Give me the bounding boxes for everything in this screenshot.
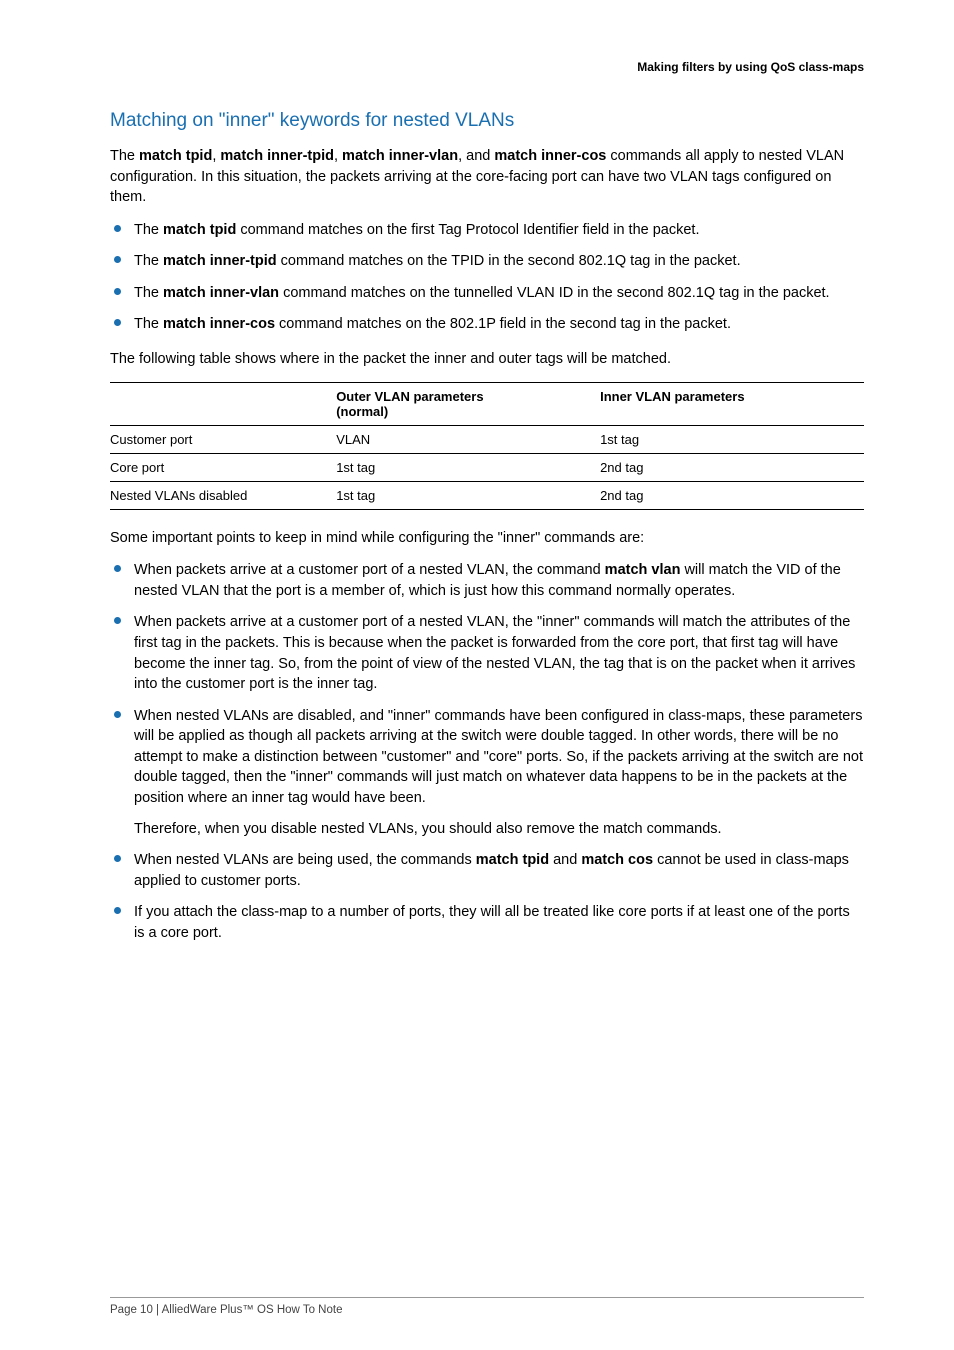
list-item: The match inner-tpid command matches on … <box>110 251 864 272</box>
list-item: When nested VLANs are disabled, and "inn… <box>110 706 864 839</box>
keyword: match inner-vlan <box>342 148 458 164</box>
section-title: Matching on "inner" keywords for nested … <box>110 110 864 132</box>
table-row: Core port 1st tag 2nd tag <box>110 453 864 481</box>
running-header: Making filters by using QoS class-maps <box>110 60 864 74</box>
list-item: The match tpid command matches on the fi… <box>110 220 864 241</box>
cell: 2nd tag <box>600 453 864 481</box>
intro-paragraph: The match tpid, match inner-tpid, match … <box>110 146 864 208</box>
bullet-list-2: When packets arrive at a customer port o… <box>110 560 864 943</box>
cell: 1st tag <box>336 481 600 509</box>
list-item: If you attach the class-map to a number … <box>110 902 864 943</box>
cell: Customer port <box>110 425 336 453</box>
page-footer: Page 10 | AlliedWare Plus™ OS How To Not… <box>110 1297 864 1316</box>
text: When nested VLANs are being used, the co… <box>134 852 476 868</box>
text: The <box>134 253 163 269</box>
keyword: match inner-tpid <box>220 148 334 164</box>
text: command matches on the 802.1P field in t… <box>275 316 731 332</box>
table-header <box>110 382 336 425</box>
text: The <box>134 285 163 301</box>
keyword: match inner-vlan <box>163 285 279 301</box>
text: The <box>134 222 163 238</box>
text: When packets arrive at a customer port o… <box>134 562 605 578</box>
text: When packets arrive at a customer port o… <box>134 614 855 692</box>
list-item: When nested VLANs are being used, the co… <box>110 850 864 891</box>
list-item: When packets arrive at a customer port o… <box>110 612 864 694</box>
keyword: match tpid <box>163 222 236 238</box>
cell: 2nd tag <box>600 481 864 509</box>
page: Making filters by using QoS class-maps M… <box>0 0 954 1350</box>
text: and <box>549 852 581 868</box>
keyword: match inner-tpid <box>163 253 277 269</box>
list-item: When packets arrive at a customer port o… <box>110 560 864 601</box>
keyword: match tpid <box>476 852 549 868</box>
cell: Nested VLANs disabled <box>110 481 336 509</box>
keyword: match vlan <box>605 562 681 578</box>
keyword: match tpid <box>139 148 212 164</box>
table-header: Outer VLAN parameters (normal) <box>336 382 600 425</box>
header-line1: Outer VLAN parameters <box>336 389 592 404</box>
text: command matches on the TPID in the secon… <box>277 253 741 269</box>
text: If you attach the class-map to a number … <box>134 904 850 941</box>
list-item: The match inner-vlan command matches on … <box>110 283 864 304</box>
list-item: The match inner-cos command matches on t… <box>110 314 864 335</box>
table-header-row: Outer VLAN parameters (normal) Inner VLA… <box>110 382 864 425</box>
cell: Core port <box>110 453 336 481</box>
keyword: match inner-cos <box>494 148 606 164</box>
cell: 1st tag <box>336 453 600 481</box>
vlan-table: Outer VLAN parameters (normal) Inner VLA… <box>110 382 864 510</box>
cell: 1st tag <box>600 425 864 453</box>
header-line2: (normal) <box>336 404 592 419</box>
sub-paragraph: Therefore, when you disable nested VLANs… <box>134 819 864 840</box>
text: command matches on the first Tag Protoco… <box>236 222 699 238</box>
keyword: match cos <box>581 852 653 868</box>
text: The <box>134 316 163 332</box>
table-row: Customer port VLAN 1st tag <box>110 425 864 453</box>
table-header: Inner VLAN parameters <box>600 382 864 425</box>
bullet-list-1: The match tpid command matches on the fi… <box>110 220 864 335</box>
text: When nested VLANs are disabled, and "inn… <box>134 708 863 806</box>
keyword: match inner-cos <box>163 316 275 332</box>
after-table-paragraph: Some important points to keep in mind wh… <box>110 528 864 549</box>
table-row: Nested VLANs disabled 1st tag 2nd tag <box>110 481 864 509</box>
text: , and <box>458 148 494 164</box>
cell: VLAN <box>336 425 600 453</box>
table-intro: The following table shows where in the p… <box>110 349 864 370</box>
text: command matches on the tunnelled VLAN ID… <box>279 285 830 301</box>
text: , <box>334 148 342 164</box>
text: The <box>110 148 139 164</box>
